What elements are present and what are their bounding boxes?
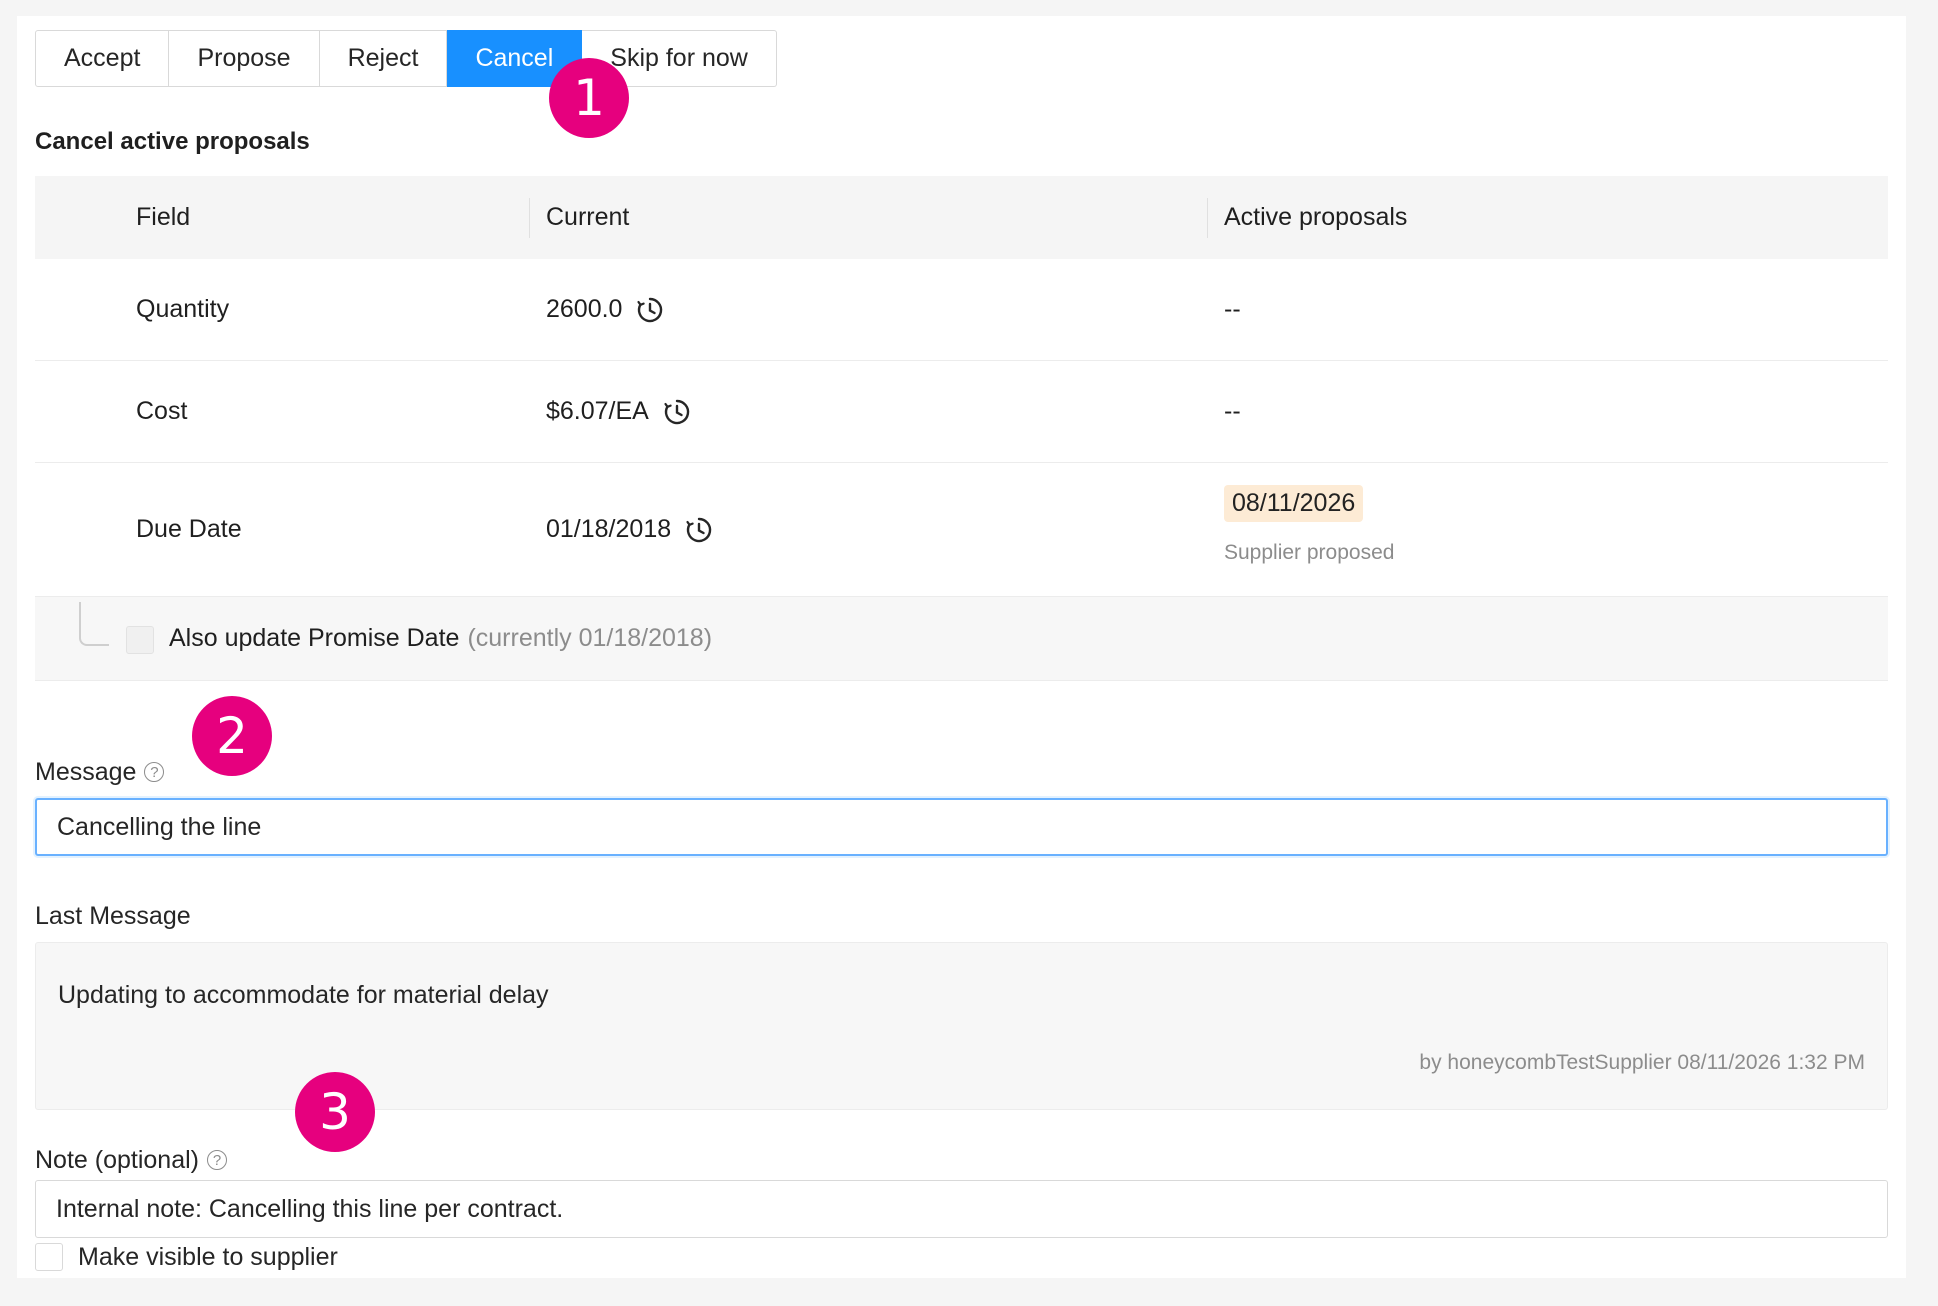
visible-to-supplier-checkbox[interactable] [35, 1243, 63, 1271]
message-label: Message [35, 757, 137, 786]
callout-badge-3: 3 [295, 1072, 375, 1152]
propose-button[interactable]: Propose [169, 30, 320, 87]
current-value: 01/18/2018 [546, 515, 672, 543]
field-name: Due Date [136, 515, 242, 543]
current-value: 2600.0 [546, 295, 623, 323]
message-input-value: Cancelling the line [57, 812, 262, 841]
header-active-proposals: Active proposals [1224, 203, 1408, 231]
table-row-quantity: Quantity 2600.0 -- [35, 259, 1888, 361]
header-current: Current [546, 203, 630, 231]
promise-date-label-group: Also update Promise Date (currently 01/1… [169, 597, 712, 680]
last-message-meta: by honeycombTestSupplier 08/11/2026 1:32… [1419, 1051, 1865, 1074]
header-field: Field [136, 203, 191, 231]
header-divider [529, 198, 530, 238]
note-input[interactable]: Internal note: Cancelling this line per … [35, 1180, 1888, 1238]
update-promise-date-checkbox[interactable] [126, 626, 154, 654]
field-name: Quantity [136, 295, 230, 323]
table-row-cost: Cost $6.07/EA -- [35, 361, 1888, 463]
question-circle-icon[interactable]: ? [206, 1150, 227, 1170]
proposed-date: 08/11/2026 [1224, 485, 1364, 522]
current-value-cell: $6.07/EA [546, 361, 691, 462]
proposal-table: Field Current Active proposals Quantity … [35, 176, 1888, 681]
note-label: Note (optional) [35, 1145, 199, 1174]
table-header: Field Current Active proposals [35, 176, 1888, 259]
message-label-group: Message ? [35, 756, 165, 788]
callout-badge-2: 2 [192, 696, 272, 776]
action-segmented-control: Accept Propose Reject Cancel Skip for no… [35, 30, 777, 87]
promise-date-label: Also update Promise Date [169, 624, 460, 652]
callout-badge-1: 1 [549, 58, 629, 138]
note-label-group: Note (optional) ? [35, 1144, 227, 1176]
proposal-value: -- [1224, 295, 1241, 323]
current-value: $6.07/EA [546, 397, 649, 425]
visible-to-supplier-group: Make visible to supplier [35, 1242, 338, 1272]
note-input-value: Internal note: Cancelling this line per … [56, 1194, 564, 1223]
clock-history-icon[interactable] [685, 516, 713, 544]
proposed-date-pill: 08/11/2026 [1224, 485, 1364, 522]
proposal-source: Supplier proposed [1224, 541, 1395, 564]
clock-history-icon[interactable] [636, 296, 664, 324]
message-input[interactable]: Cancelling the line [35, 798, 1888, 856]
accept-button[interactable]: Accept [35, 30, 170, 87]
last-message-label: Last Message [35, 901, 191, 930]
promise-date-row: Also update Promise Date (currently 01/1… [35, 597, 1888, 681]
field-name: Cost [136, 397, 188, 425]
promise-date-hint: (currently 01/18/2018) [467, 624, 713, 652]
proposal-value: -- [1224, 397, 1241, 425]
table-row-due-date: Due Date 01/18/2018 08/11/2026 Supplier … [35, 463, 1888, 597]
header-divider [1207, 198, 1208, 238]
current-value-cell: 2600.0 [546, 259, 664, 360]
clock-history-icon[interactable] [663, 398, 691, 426]
visible-to-supplier-label: Make visible to supplier [78, 1242, 338, 1271]
proposal-panel: Accept Propose Reject Cancel Skip for no… [17, 16, 1906, 1278]
reject-button[interactable]: Reject [319, 30, 448, 87]
last-message-text: Updating to accommodate for material del… [58, 981, 549, 1009]
question-circle-icon[interactable]: ? [144, 762, 165, 782]
current-value-cell: 01/18/2018 [546, 463, 713, 596]
section-title: Cancel active proposals [35, 128, 310, 155]
tree-connector [79, 602, 109, 646]
